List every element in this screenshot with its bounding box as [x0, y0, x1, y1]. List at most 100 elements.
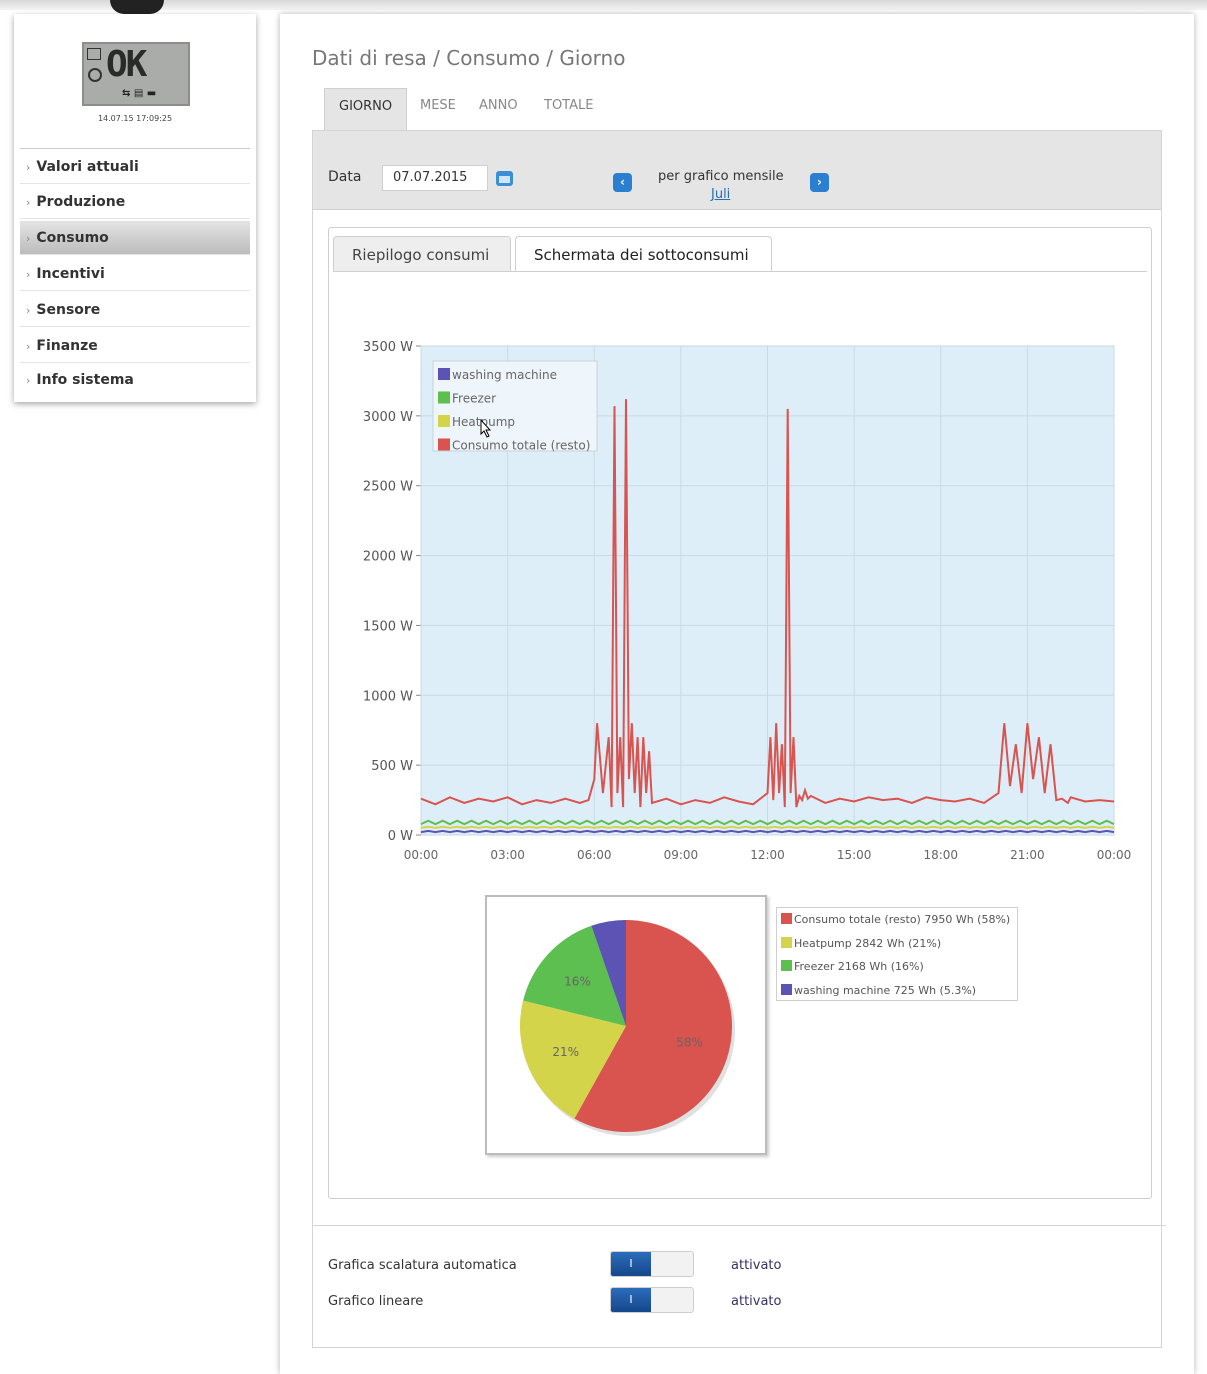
pie-legend-item: Freezer 2168 Wh (16%)	[781, 959, 924, 975]
chevron-right-icon: ›	[26, 340, 31, 353]
sidebar: OK ⇆ ▤ ▬ 14.07.15 17:09:25 › Valori attua…	[14, 14, 256, 402]
chevron-right-icon: ›	[26, 304, 31, 317]
sidebar-item-incentivi[interactable]: › Incentivi	[20, 257, 250, 291]
legend-swatch	[781, 960, 792, 971]
toggle-on-indicator: I	[611, 1288, 651, 1312]
sidebar-item-sensore[interactable]: › Sensore	[20, 293, 250, 327]
x-tick-label: 12:00	[750, 848, 785, 862]
consumption-line-chart: 3500 W 3000 W 2500 W 2000 W 1500 W 1000 W 500 …	[363, 340, 1132, 862]
y-tick-label: 3500 W	[363, 340, 413, 355]
sidebar-item-info-sistema[interactable]: › Info sistema	[20, 363, 250, 397]
calendar-icon[interactable]	[496, 171, 513, 186]
device-timestamp: 14.07.15 17:09:25	[97, 114, 173, 123]
grid-icon	[87, 48, 101, 60]
pie-legend-item: Consumo totale (resto) 7950 Wh (58%)	[781, 912, 1010, 928]
divider	[20, 148, 250, 149]
next-button[interactable]: ›	[810, 173, 829, 192]
line-chart-toggle[interactable]: I	[610, 1287, 694, 1313]
chevron-right-icon: ›	[26, 196, 31, 209]
pie-chart-box: 58% 21% 16%	[485, 895, 767, 1155]
x-tick-label: 15:00	[837, 848, 872, 862]
battery-icon: ⇆ ▤ ▬	[122, 88, 157, 99]
legend-label: Consumo totale (resto) 7950 Wh (58%)	[794, 913, 1011, 926]
chevron-right-icon: ›	[26, 268, 31, 281]
x-tick-label: 00:00	[404, 848, 439, 862]
legend-swatch	[438, 438, 450, 451]
legend-label: Freezer 2168 Wh (16%)	[794, 960, 924, 973]
x-tick-label: 06:00	[577, 848, 612, 862]
pie-slice-label: 16%	[564, 975, 591, 989]
chevron-right-icon: ›	[26, 374, 31, 387]
auto-scale-status: attivato	[731, 1258, 782, 1273]
legend-swatch	[438, 415, 450, 427]
sidebar-item-label: Sensore	[36, 302, 101, 318]
pie-slice-label: 21%	[552, 1045, 579, 1059]
legend-swatch	[781, 983, 792, 995]
y-tick-label: 500 W	[371, 759, 413, 774]
sidebar-item-produzione[interactable]: › Produzione	[20, 185, 250, 219]
x-tick-label: 09:00	[664, 848, 699, 862]
tab-schermata-sottoconsumi[interactable]: Schermata dei sottoconsumi	[515, 236, 772, 272]
line-chart-legend: washing machineFreezerHeatpumpConsumo to…	[432, 360, 598, 453]
line-chart-status: attivato	[731, 1294, 782, 1309]
tab-mese[interactable]: MESE	[414, 88, 462, 130]
consumption-pie-chart: 58% 21% 16%	[519, 920, 735, 1136]
sidebar-item-label: Produzione	[36, 194, 126, 210]
sidebar-item-label: Incentivi	[36, 266, 105, 282]
pie-legend: Consumo totale (resto) 7950 Wh (58%) Heat…	[776, 907, 1018, 1001]
sidebar-item-finanze[interactable]: › Finanze	[20, 329, 250, 363]
y-tick-label: 0 W	[388, 829, 413, 844]
tab-riepilogo-consumi[interactable]: Riepilogo consumi	[333, 236, 511, 272]
month-link[interactable]: Juli	[711, 187, 730, 202]
auto-scale-toggle[interactable]: I	[610, 1251, 694, 1277]
legend-swatch	[438, 368, 450, 380]
date-field[interactable]: 07.07.2015	[382, 165, 488, 191]
y-tick-label: 2500 W	[363, 480, 413, 495]
y-tick-label: 1500 W	[363, 619, 413, 634]
x-tick-label: 21:00	[1010, 848, 1045, 862]
sidebar-item-label: Finanze	[36, 338, 98, 354]
legend-label: washing machine	[452, 368, 557, 382]
y-tick-label: 1000 W	[363, 689, 413, 704]
x-tick-label: 03:00	[490, 848, 525, 862]
sidebar-item-label: Valori attuali	[36, 159, 139, 175]
chevron-right-icon: ›	[26, 161, 31, 174]
date-toolbar: Data 07.07.2015 ‹ per grafico mensile Ju…	[313, 131, 1161, 210]
breadcrumb: Dati di resa / Consumo / Giorno	[312, 46, 626, 70]
legend-swatch	[438, 391, 450, 404]
display-status-text: OK	[106, 44, 147, 85]
auto-scale-label: Grafica scalatura automatica	[328, 1258, 517, 1273]
globe-icon	[88, 68, 102, 82]
sidebar-item-label: Consumo	[36, 230, 109, 246]
sidebar-item-label: Info sistema	[36, 372, 134, 388]
pie-legend-item: Heatpump 2842 Wh (21%)	[781, 936, 941, 952]
sidebar-item-consumo[interactable]: › Consumo	[20, 221, 250, 255]
toggle-on-indicator: I	[611, 1252, 651, 1276]
decorative-shape	[110, 0, 164, 14]
tab-divider	[333, 271, 1147, 272]
line-chart-label: Grafico lineare	[328, 1294, 424, 1309]
tab-giorno[interactable]: GIORNO	[324, 88, 408, 130]
chevron-right-icon: ›	[26, 232, 31, 245]
device-display: OK ⇆ ▤ ▬	[82, 42, 190, 106]
tab-anno[interactable]: ANNO	[473, 88, 524, 130]
prev-button[interactable]: ‹	[613, 173, 632, 192]
legend-swatch	[781, 936, 792, 948]
pie-slice-label: 58%	[676, 1036, 703, 1050]
tab-totale[interactable]: TOTALE	[538, 88, 599, 130]
legend-label: Heatpump 2842 Wh (21%)	[794, 936, 942, 950]
monthly-chart-label: per grafico mensile	[658, 169, 784, 184]
sidebar-item-valori-attuali[interactable]: › Valori attuali	[20, 150, 250, 184]
legend-label: Consumo totale (resto)	[452, 439, 590, 453]
date-label: Data	[328, 169, 362, 185]
legend-label: Freezer	[452, 392, 496, 406]
x-tick-label: 18:00	[923, 848, 958, 862]
top-shade	[0, 0, 1207, 10]
y-tick-label: 3000 W	[363, 410, 413, 425]
pie-legend-item: washing machine 725 Wh (5.3%)	[781, 983, 976, 999]
x-tick-label: 00:00	[1097, 848, 1132, 862]
y-tick-label: 2000 W	[363, 550, 413, 565]
legend-label: washing machine 725 Wh (5.3%)	[794, 983, 977, 997]
options-divider	[312, 1225, 1166, 1226]
series-line-heatpump	[420, 825, 1115, 829]
